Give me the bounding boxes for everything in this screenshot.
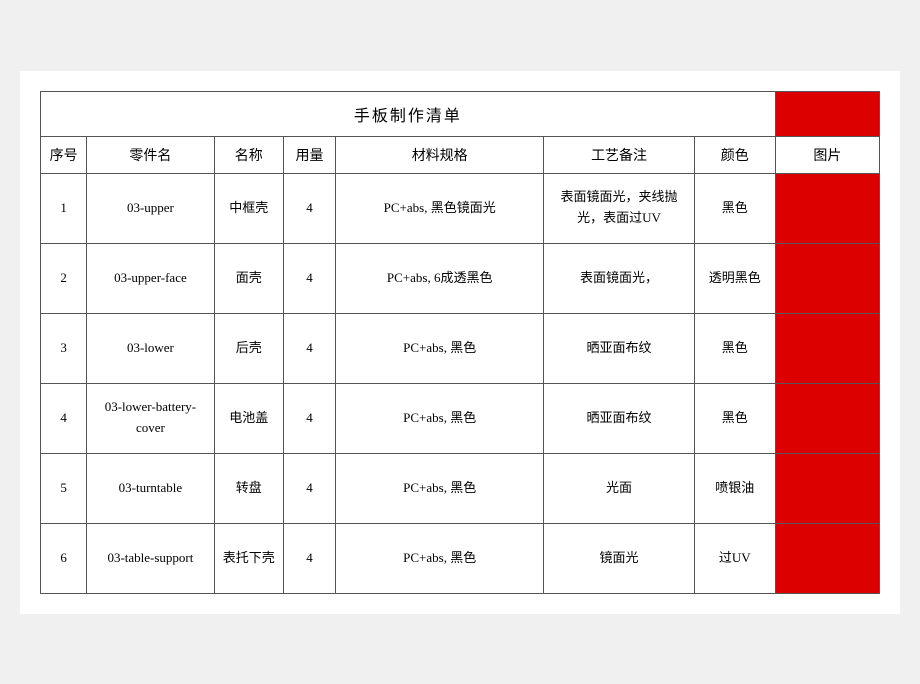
table-row: 2 03-upper-face 面壳 4 PC+abs, 6成透黑色 表面镜面光… xyxy=(41,243,880,313)
cell-process-5: 光面 xyxy=(544,453,694,523)
cell-name-4: 电池盖 xyxy=(214,383,283,453)
cell-name-6: 表托下壳 xyxy=(214,523,283,593)
cell-material-6: PC+abs, 黑色 xyxy=(336,523,544,593)
cell-seq-2: 2 xyxy=(41,243,87,313)
cell-image-5 xyxy=(775,453,879,523)
cell-image-3 xyxy=(775,313,879,383)
cell-qty-4: 4 xyxy=(283,383,335,453)
cell-process-6: 镜面光 xyxy=(544,523,694,593)
cell-color-6: 过UV xyxy=(694,523,775,593)
header-partname: 零件名 xyxy=(87,136,214,173)
header-image: 图片 xyxy=(775,136,879,173)
cell-process-2: 表面镜面光， xyxy=(544,243,694,313)
header-seq: 序号 xyxy=(41,136,87,173)
cell-partname-5: 03-turntable xyxy=(87,453,214,523)
cell-seq-3: 3 xyxy=(41,313,87,383)
cell-qty-1: 4 xyxy=(283,173,335,243)
cell-color-1: 黑色 xyxy=(694,173,775,243)
table-row: 5 03-turntable 转盘 4 PC+abs, 黑色 光面 喷银油 xyxy=(41,453,880,523)
table-row: 6 03-table-support 表托下壳 4 PC+abs, 黑色 镜面光… xyxy=(41,523,880,593)
cell-qty-3: 4 xyxy=(283,313,335,383)
header-process: 工艺备注 xyxy=(544,136,694,173)
header-name: 名称 xyxy=(214,136,283,173)
cell-image-1 xyxy=(775,173,879,243)
cell-name-2: 面壳 xyxy=(214,243,283,313)
cell-process-1: 表面镜面光，夹线抛光，表面过UV xyxy=(544,173,694,243)
cell-partname-4: 03-lower-battery-cover xyxy=(87,383,214,453)
cell-material-4: PC+abs, 黑色 xyxy=(336,383,544,453)
title-row: 手板制作清单 xyxy=(41,91,880,136)
cell-seq-4: 4 xyxy=(41,383,87,453)
cell-qty-6: 4 xyxy=(283,523,335,593)
cell-color-5: 喷银油 xyxy=(694,453,775,523)
cell-material-2: PC+abs, 6成透黑色 xyxy=(336,243,544,313)
header-material: 材料规格 xyxy=(336,136,544,173)
cell-color-3: 黑色 xyxy=(694,313,775,383)
header-row: 序号 零件名 名称 用量 材料规格 工艺备注 颜色 图片 xyxy=(41,136,880,173)
cell-name-3: 后壳 xyxy=(214,313,283,383)
cell-name-5: 转盘 xyxy=(214,453,283,523)
header-qty: 用量 xyxy=(283,136,335,173)
title-image-cell xyxy=(775,91,879,136)
page-wrapper: 手板制作清单 序号 零件名 名称 用量 材料规格 工艺备注 颜色 图片 1 03… xyxy=(20,71,900,614)
cell-color-4: 黑色 xyxy=(694,383,775,453)
cell-partname-6: 03-table-support xyxy=(87,523,214,593)
cell-color-2: 透明黑色 xyxy=(694,243,775,313)
cell-qty-2: 4 xyxy=(283,243,335,313)
cell-seq-1: 1 xyxy=(41,173,87,243)
cell-material-3: PC+abs, 黑色 xyxy=(336,313,544,383)
cell-material-5: PC+abs, 黑色 xyxy=(336,453,544,523)
table-row: 1 03-upper 中框壳 4 PC+abs, 黑色镜面光 表面镜面光，夹线抛… xyxy=(41,173,880,243)
main-table: 手板制作清单 序号 零件名 名称 用量 材料规格 工艺备注 颜色 图片 1 03… xyxy=(40,91,880,594)
table-row: 4 03-lower-battery-cover 电池盖 4 PC+abs, 黑… xyxy=(41,383,880,453)
cell-seq-6: 6 xyxy=(41,523,87,593)
cell-seq-5: 5 xyxy=(41,453,87,523)
table-row: 3 03-lower 后壳 4 PC+abs, 黑色 晒亚面布纹 黑色 xyxy=(41,313,880,383)
cell-qty-5: 4 xyxy=(283,453,335,523)
cell-image-2 xyxy=(775,243,879,313)
cell-partname-1: 03-upper xyxy=(87,173,214,243)
cell-name-1: 中框壳 xyxy=(214,173,283,243)
cell-partname-3: 03-lower xyxy=(87,313,214,383)
cell-image-6 xyxy=(775,523,879,593)
header-color: 颜色 xyxy=(694,136,775,173)
table-title: 手板制作清单 xyxy=(41,91,776,136)
cell-process-3: 晒亚面布纹 xyxy=(544,313,694,383)
cell-process-4: 晒亚面布纹 xyxy=(544,383,694,453)
cell-image-4 xyxy=(775,383,879,453)
cell-partname-2: 03-upper-face xyxy=(87,243,214,313)
cell-material-1: PC+abs, 黑色镜面光 xyxy=(336,173,544,243)
